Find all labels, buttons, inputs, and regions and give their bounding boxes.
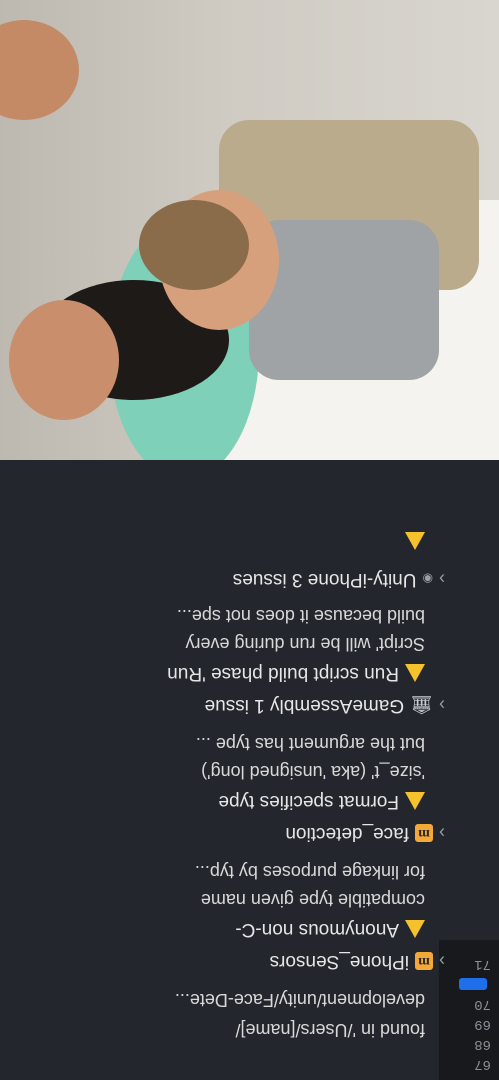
warning-icon [405,920,425,938]
issue-group-gameassembly[interactable]: › 🏛 GameAssembly 1 issue [205,694,445,716]
m-file-icon: m [415,824,433,842]
scroll-indicator[interactable] [459,978,487,990]
line-number: 67 [474,1056,491,1072]
issue-detail-line: 'size_t' (aka 'unsigned long') [201,762,425,782]
issue-detail-line: build because it does not spe... [176,606,425,626]
rotated-screen: 67 68 69 70 71 found in '/Users/[name]/ … [0,0,499,1080]
warning-icon [405,792,425,810]
chevron-right-icon[interactable]: › [439,823,445,844]
issue-detail-line: compatible type given name [200,890,425,910]
issue-detail-line: for linkage purposes by typ... [194,862,425,882]
line-number: 70 [474,996,491,1012]
line-number: 71 [474,956,491,972]
issue-detail-line: development/unity/Face-Dete... [174,990,425,1010]
chevron-right-icon[interactable]: › [439,695,445,716]
family-photo [0,0,499,460]
chevron-right-icon[interactable]: › [439,569,445,590]
chevron-right-icon[interactable]: › [439,951,445,972]
line-number: 69 [474,1016,491,1032]
warning-icon [405,527,425,550]
issue-group-unity-iphone[interactable]: › ◉ Unity-iPhone 3 issues [233,568,445,590]
issue-group-face-detection[interactable]: › m face_detection [285,822,445,844]
framework-icon: 🏛 [410,695,433,716]
issue-navigator: 67 68 69 70 71 found in '/Users/[name]/ … [0,460,499,1080]
issue-warning[interactable]: Run script build phase 'Run [167,662,425,684]
warning-icon [405,664,425,682]
line-gutter: 67 68 69 70 71 [439,940,499,1080]
line-number: 68 [474,1036,491,1052]
issue-detail-line: but the argument has type ... [195,734,425,754]
issue-warning[interactable]: Format specifies type [218,790,425,812]
m-file-icon: m [415,952,433,970]
issue-detail-line: found in '/Users/[name]/ [235,1020,425,1040]
issue-group-iphone-sensors[interactable]: › m iPhone_Sensors [270,950,445,972]
issue-warning[interactable]: Anonymous non-C- [235,918,425,940]
issue-detail-line: Script' will be run during every [185,634,425,654]
target-icon: ◉ [422,572,433,586]
